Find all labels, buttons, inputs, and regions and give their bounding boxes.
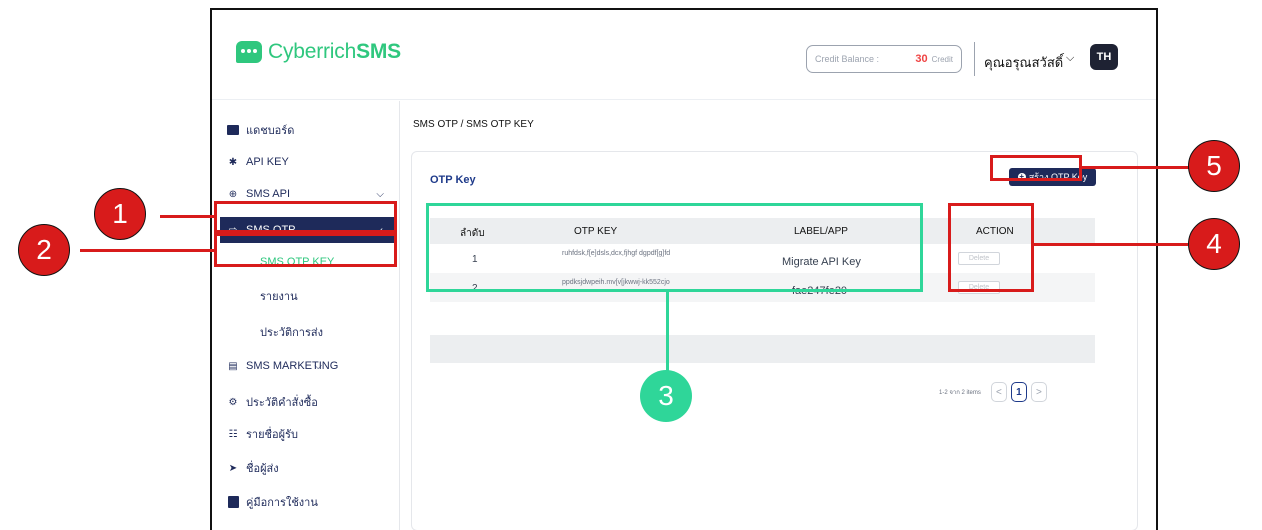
callout-badge-2: 2: [18, 224, 70, 276]
credit-balance-value: 30: [915, 53, 928, 65]
breadcrumb: SMS OTP / SMS OTP KEY: [413, 119, 534, 130]
sidebar-item-label: รายงาน: [260, 291, 298, 303]
avatar[interactable]: TH: [1090, 44, 1118, 70]
pagination-page-1[interactable]: 1: [1010, 382, 1027, 402]
credit-balance-box: Credit Balance : 30 Credit: [806, 45, 962, 73]
credit-balance-label: Credit Balance :: [815, 54, 880, 64]
callout-box-1: [214, 201, 397, 233]
callout-line-1: [160, 215, 216, 218]
callout-box-3: [426, 203, 923, 292]
sidebar-item-label: คู่มือการใช้งาน: [246, 497, 318, 509]
callout-box-5: [990, 155, 1082, 181]
chevron-down-icon: ⌵: [314, 360, 322, 372]
sidebar-item-label: SMS API: [246, 188, 291, 200]
dashboard-icon: [226, 123, 240, 137]
sms-marketing-icon: ▤: [228, 360, 238, 372]
sidebar-item-manual[interactable]: คู่มือการใช้งาน: [224, 489, 398, 515]
sidebar-item-order-history[interactable]: ⚙ ประวัติคำสั่งซื้อ: [224, 389, 398, 415]
callout-badge-5: 5: [1188, 140, 1240, 192]
sidebar-item-recipients[interactable]: ☷ รายชื่อผู้รับ: [224, 421, 398, 447]
chevron-down-icon[interactable]: ⌵: [1066, 52, 1074, 65]
logo-text: CyberrichSMS: [268, 40, 401, 63]
sidebar-item-label: แดชบอร์ด: [246, 125, 295, 137]
sidebar-item-label: ชื่อผู้ส่ง: [246, 463, 279, 475]
recipients-icon: ☷: [228, 428, 238, 440]
top-bar: CyberrichSMS Credit Balance : 30 Credit …: [212, 10, 1156, 100]
sms-api-icon: ⊕: [228, 188, 238, 200]
user-name[interactable]: คุณอรุณสวัสดิ์: [984, 52, 1063, 73]
logo[interactable]: CyberrichSMS: [236, 40, 401, 64]
pagination-prev-button[interactable]: <: [990, 382, 1007, 402]
order-history-icon: ⚙: [228, 396, 238, 408]
sidebar-item-label: ประวัติการส่ง: [260, 327, 323, 339]
manual-icon: [226, 495, 240, 509]
chevron-down-icon: ⌵: [376, 188, 384, 200]
credit-unit: Credit: [931, 54, 953, 64]
sidebar-item-dashboard[interactable]: แดชบอร์ด: [224, 117, 398, 143]
sidebar-item-label: SMS MARKETING: [246, 360, 339, 372]
sidebar-item-send-history[interactable]: ประวัติการส่ง: [224, 319, 398, 345]
card-title: OTP Key: [430, 174, 476, 186]
pagination-summary: 1-2 จาก 2 items: [939, 390, 981, 396]
callout-badge-1: 1: [94, 188, 146, 240]
divider: [974, 42, 975, 76]
callout-box-2: [214, 233, 397, 267]
callout-badge-4: 4: [1188, 218, 1240, 270]
callout-line-5: [1082, 166, 1192, 169]
callout-badge-3: 3: [640, 370, 692, 422]
chat-bubble-icon: [236, 41, 262, 63]
table-footer-strip: [430, 335, 1095, 363]
pagination-next-button[interactable]: >: [1030, 382, 1047, 402]
sidebar-item-api-key[interactable]: ✱ API KEY: [224, 149, 398, 175]
sidebar-item-sender[interactable]: ➤ ชื่อผู้ส่ง: [224, 455, 398, 481]
sidebar-item-label: ประวัติคำสั่งซื้อ: [246, 397, 318, 409]
callout-box-4: [948, 203, 1034, 292]
callout-line-2: [80, 249, 216, 252]
api-key-icon: ✱: [228, 156, 238, 168]
sidebar-item-report[interactable]: รายงาน: [224, 283, 398, 309]
sidebar-item-label: API KEY: [246, 156, 289, 168]
sidebar: แดชบอร์ด ✱ API KEY ⊕ SMS API ⌵ ⇨ SMS OTP…: [212, 101, 400, 530]
callout-line-3: [666, 292, 669, 372]
sidebar-item-label: รายชื่อผู้รับ: [246, 429, 298, 441]
callout-line-4: [1034, 243, 1188, 246]
pagination: 1-2 จาก 2 items < 1 >: [939, 382, 1047, 402]
sidebar-item-sms-marketing[interactable]: ▤ SMS MARKETING ⌵: [224, 353, 398, 379]
sender-icon: ➤: [228, 462, 238, 474]
